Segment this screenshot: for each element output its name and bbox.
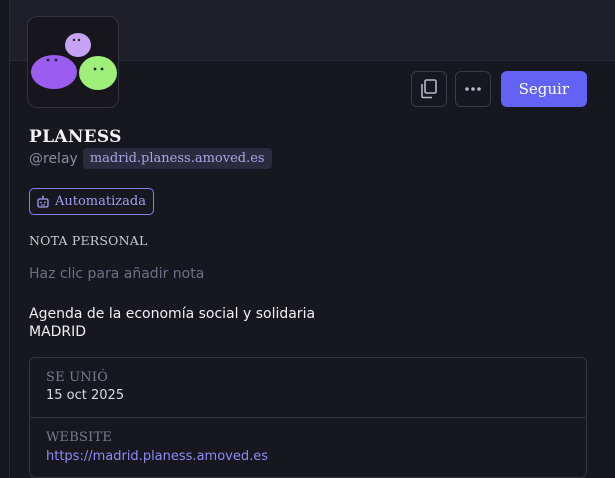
account-handle: @relay xyxy=(29,150,78,167)
domain-badge[interactable]: madrid.planess.amoved.es xyxy=(82,148,272,169)
bio-line: Agenda de la economía social y solidaria xyxy=(29,306,316,322)
more-options-button[interactable] xyxy=(454,71,491,107)
copy-button[interactable] xyxy=(410,71,447,107)
copy-icon xyxy=(420,79,437,99)
avatar[interactable] xyxy=(27,16,119,108)
blob-logo-image xyxy=(31,33,117,90)
bio-line: MADRID xyxy=(29,324,87,340)
field-joined: SE UNIÓ 15 oct 2025 xyxy=(30,358,586,417)
robot-icon xyxy=(37,195,49,208)
personal-note-input[interactable]: Haz clic para añadir nota xyxy=(29,266,204,282)
page-border xyxy=(9,0,10,478)
field-label: SE UNIÓ xyxy=(46,370,109,385)
more-horizontal-icon xyxy=(464,87,481,91)
bot-badge-label: Automatizada xyxy=(55,194,146,209)
personal-note-label: NOTA PERSONAL xyxy=(29,233,148,248)
joined-date: 15 oct 2025 xyxy=(46,388,125,403)
follow-button[interactable]: Seguir xyxy=(500,71,587,107)
display-name: PLANESS xyxy=(29,127,122,147)
account-handle-row: @relay madrid.planess.amoved.es xyxy=(29,148,272,169)
profile-bio: Agenda de la economía social y solidaria… xyxy=(29,305,315,341)
website-link[interactable]: https://madrid.planess.amoved.es xyxy=(46,449,268,464)
bot-badge: Automatizada xyxy=(29,188,154,215)
field-website: WEBSITE https://madrid.planess.amoved.es xyxy=(30,417,586,477)
field-label: WEBSITE xyxy=(46,430,113,445)
profile-fields: SE UNIÓ 15 oct 2025 WEBSITE https://madr… xyxy=(29,357,587,478)
profile-actions: Seguir xyxy=(410,71,587,107)
